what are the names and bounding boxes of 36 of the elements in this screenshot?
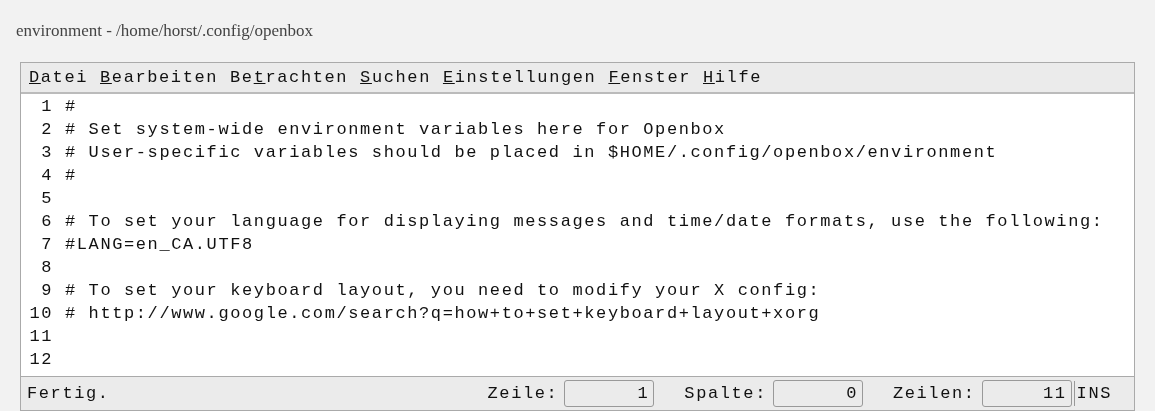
menu-item[interactable]: H ilfe bbox=[703, 64, 763, 91]
menu-item[interactable]: Einstellungen bbox=[442, 64, 597, 91]
field-value: 11 bbox=[981, 380, 1072, 407]
line-number: 2 bbox=[40, 119, 53, 141]
code-line: # User-specific variables should be placed in $HOME/.config/openbox/environment bbox=[65, 142, 998, 164]
field-label: Spalte: bbox=[684, 382, 767, 405]
line-number: 12 bbox=[28, 349, 53, 371]
window-title: environment - /home/horst/.config/openbox bbox=[16, 20, 313, 43]
line-number: 4 bbox=[40, 165, 53, 187]
code-line: # bbox=[65, 96, 77, 118]
menu-item[interactable]: Suchen bbox=[360, 64, 431, 91]
line-number: 5 bbox=[40, 188, 53, 210]
menu-item[interactable]: Datei bbox=[29, 64, 89, 91]
line-number: 10 bbox=[28, 303, 53, 325]
code-line: # bbox=[65, 165, 77, 187]
code-line: #LANG=en_CA.UTF8 bbox=[65, 234, 254, 256]
line-number: 9 bbox=[40, 280, 53, 302]
line-number: 11 bbox=[28, 326, 53, 348]
field-value: 1 bbox=[564, 380, 655, 407]
code-line: # Set system-wide environment variables here for Openbox bbox=[65, 119, 726, 141]
line-number: 8 bbox=[40, 257, 53, 279]
menu-item[interactable]: Be t rachten bbox=[230, 64, 349, 91]
code-line: # To set your language for displaying messages and time/date formats, use the following: bbox=[65, 211, 1104, 233]
line-number: 3 bbox=[40, 142, 53, 164]
menu-item[interactable]: Fenster bbox=[608, 64, 691, 91]
status-message: Fertig. bbox=[27, 382, 111, 405]
code-line: # http://www.google.com/search?q=how+to+set+keyboard+layout+xorg bbox=[65, 303, 821, 325]
field-label: Zeile: bbox=[487, 382, 559, 405]
code-line: # To set your keyboard layout, you need to modify your X config: bbox=[65, 280, 821, 302]
line-number: 7 bbox=[40, 234, 53, 256]
line-number: 6 bbox=[40, 211, 53, 233]
line-number: 1 bbox=[40, 96, 53, 118]
field-label: Zeilen: bbox=[892, 382, 976, 405]
field-value: 0 bbox=[772, 380, 863, 407]
insert-mode-indicator: INS bbox=[1073, 380, 1112, 407]
menu-item[interactable]: Bearbeiten bbox=[100, 64, 219, 91]
